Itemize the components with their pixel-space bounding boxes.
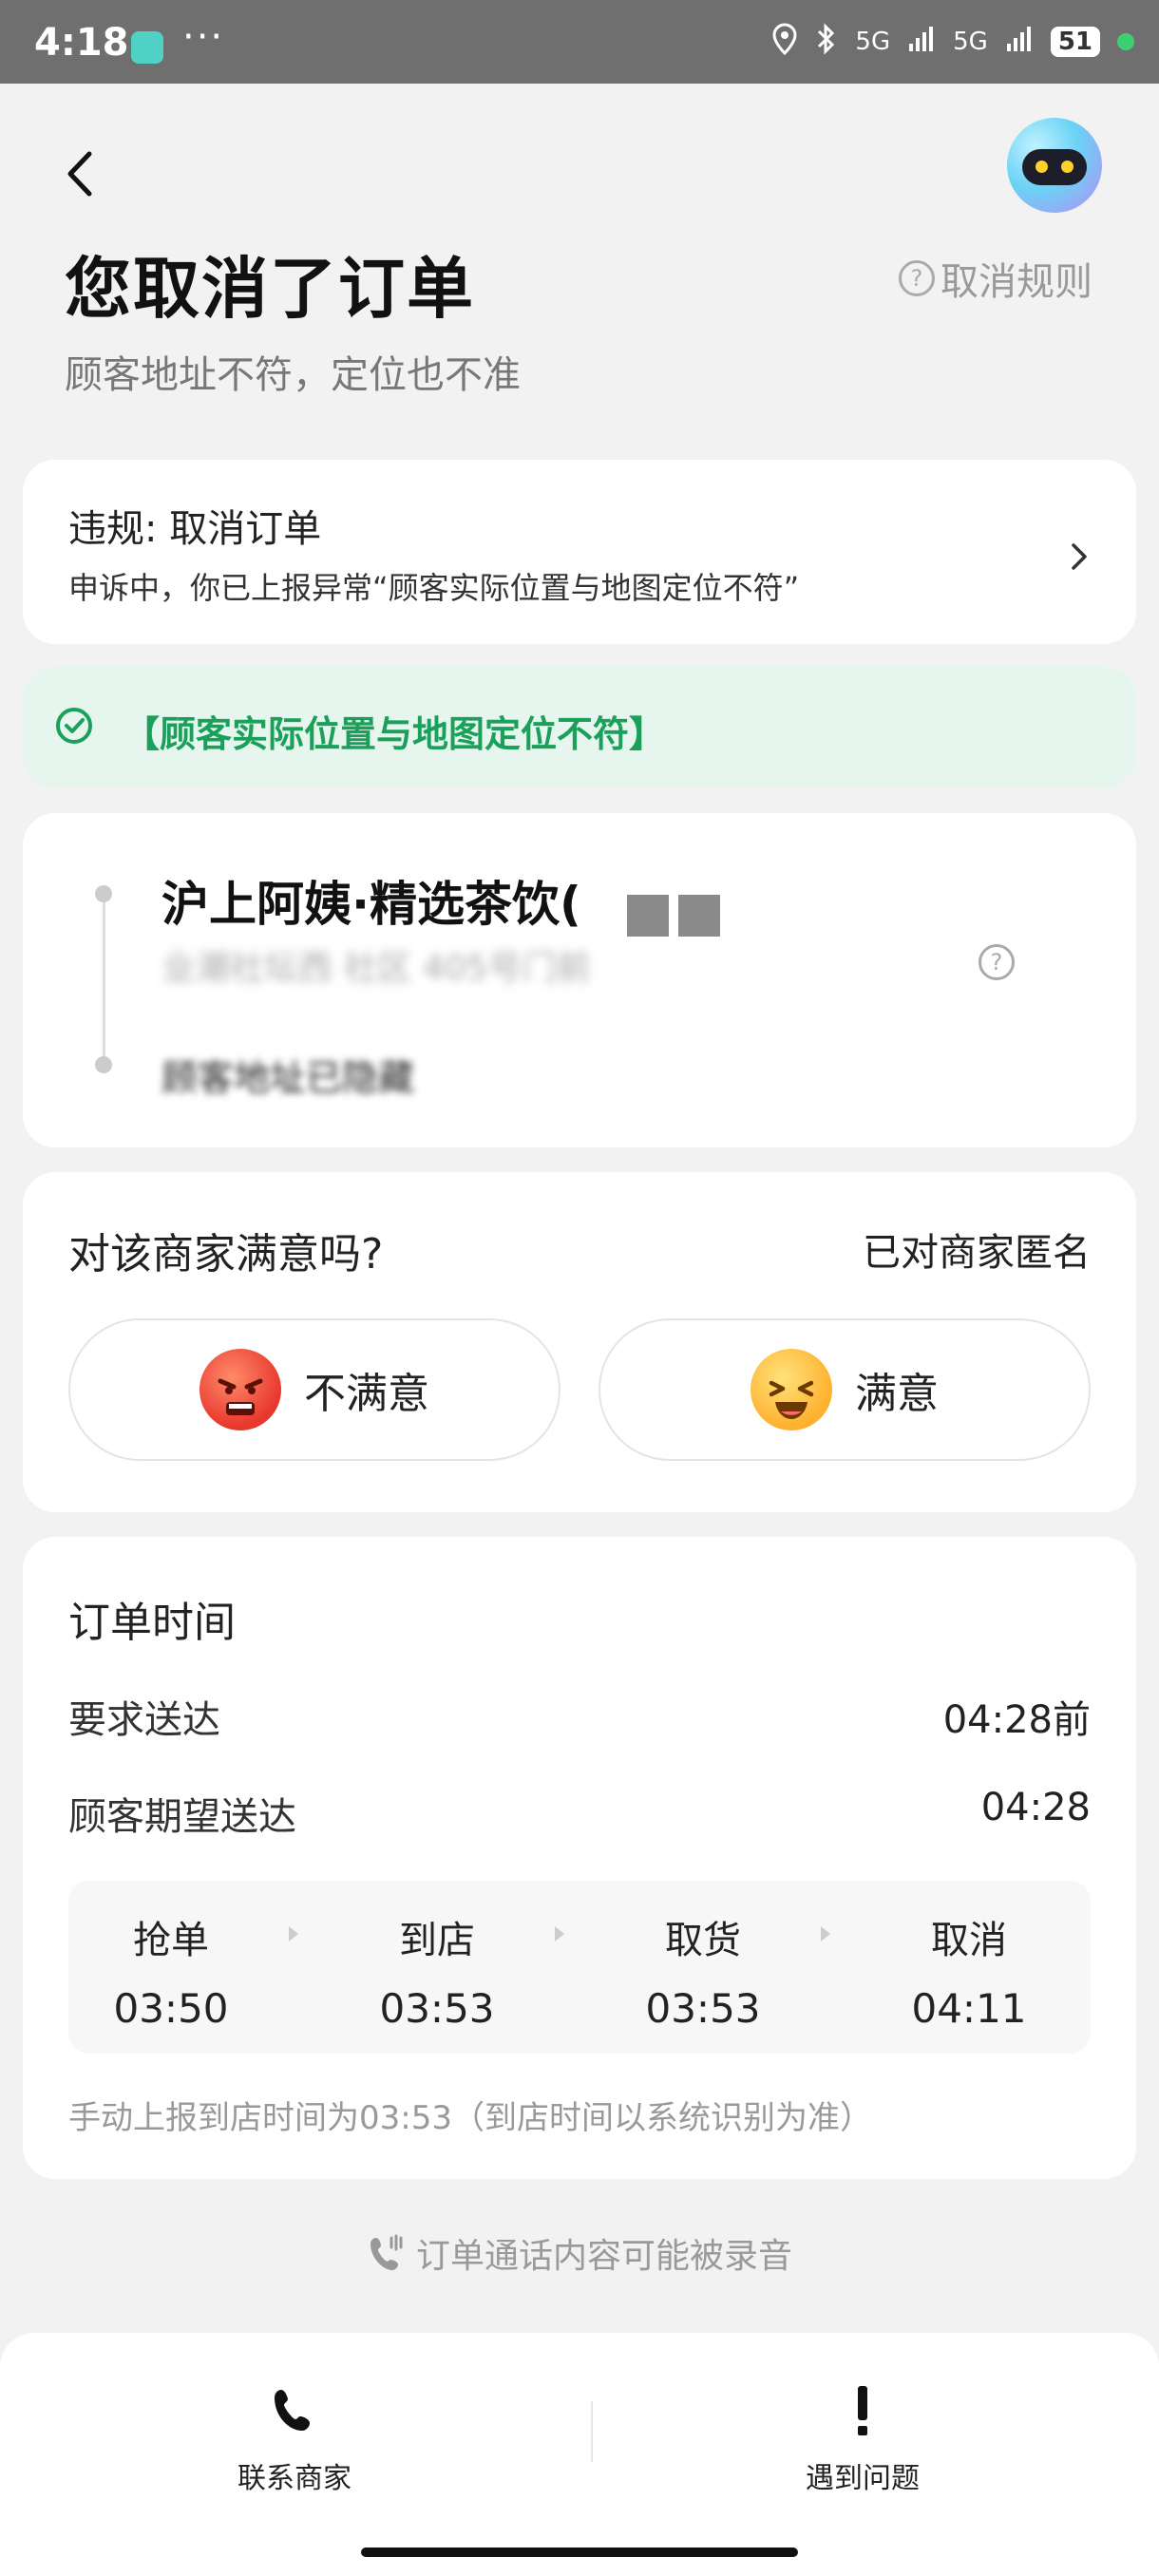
route-line — [103, 895, 105, 1062]
robot-icon — [1022, 149, 1087, 185]
order-timeline: 抢单 03:50 到店 03:53 取货 03:53 取消 04:11 — [68, 1881, 1091, 2054]
report-problem-button[interactable]: 遇到问题 — [720, 2384, 1005, 2496]
redaction-block — [627, 895, 669, 937]
customer-address: 顾客地址已隐藏 — [162, 1057, 415, 1099]
location-icon — [771, 22, 798, 62]
contact-merchant-label: 联系商家 — [238, 2462, 352, 2495]
step-arrow-icon — [289, 1926, 298, 1941]
order-time-card: 订单时间 要求送达 04:28前 顾客期望送达 04:28 抢单 03:50 到… — [23, 1537, 1136, 2179]
phone-icon — [275, 2390, 310, 2431]
status-icons: 5G 5G 51 — [771, 22, 1134, 62]
expected-delivery-label: 顾客期望送达 — [68, 1795, 296, 1839]
step-time: 03:53 — [645, 1985, 761, 2032]
step-time: 03:53 — [379, 1985, 495, 2032]
exclamation-icon — [858, 2386, 867, 2435]
satisfaction-question: 对该商家满意吗? — [68, 1230, 384, 1279]
network-type-2: 5G — [953, 28, 988, 56]
laughing-face-icon — [750, 1349, 832, 1430]
cancel-rules-label: 取消规则 — [940, 260, 1092, 304]
violation-title: 违规: 取消订单 — [68, 507, 322, 551]
page-title: 您取消了订单 — [65, 250, 475, 328]
check-circle-icon — [56, 708, 92, 744]
network-type-1: 5G — [855, 28, 891, 56]
unsatisfied-label: 不满意 — [304, 1370, 429, 1418]
required-delivery-label: 要求送达 — [68, 1698, 220, 1742]
bottom-divider — [591, 2401, 593, 2462]
step-arrow-icon — [555, 1926, 564, 1941]
report-problem-label: 遇到问题 — [806, 2462, 920, 2495]
reason-tag: 【顾客实际位置与地图定位不符】 — [23, 667, 1136, 788]
signal-icon-2 — [1005, 25, 1034, 60]
address-question-icon[interactable]: ? — [978, 944, 1015, 980]
violation-card[interactable]: 违规: 取消订单 申诉中，你已上报异常“顾客实际位置与地图定位不符” — [23, 460, 1136, 644]
satisfied-label: 满意 — [855, 1370, 939, 1418]
recording-note: 订单通话内容可能被录音 — [0, 2228, 1159, 2278]
step-label: 到店 — [399, 1919, 475, 1962]
signal-icon-1 — [907, 25, 936, 60]
battery-level: 51 — [1050, 27, 1100, 57]
back-button[interactable] — [57, 142, 104, 205]
chevron-right-icon — [1072, 543, 1087, 570]
manual-report-note: 手动上报到店时间为03:53（到店时间以系统识别为准） — [68, 2099, 872, 2137]
satisfaction-card: 对该商家满意吗? 已对商家匿名 不满意 满意 — [23, 1172, 1136, 1512]
shop-name: 沪上阿姨·精选茶饮( — [162, 877, 581, 932]
satisfied-button[interactable]: 满意 — [598, 1318, 1091, 1461]
step-label: 抢单 — [133, 1919, 209, 1962]
back-icon — [67, 151, 92, 197]
step-label: 取消 — [931, 1919, 1007, 1962]
timeline-step: 取消 04:11 — [874, 1909, 1064, 2032]
status-time: 4:18 — [34, 21, 129, 65]
timeline-step: 抢单 03:50 — [76, 1909, 266, 2032]
shop-dot — [95, 885, 112, 902]
order-time-title: 订单时间 — [68, 1599, 236, 1647]
app-notification-icon — [131, 31, 163, 64]
timeline-step: 到店 03:53 — [342, 1909, 532, 2032]
angry-face-icon — [200, 1349, 281, 1430]
reason-text: 【顾客实际位置与地图定位不符】 — [124, 713, 666, 755]
bluetooth-icon — [815, 22, 838, 62]
step-label: 取货 — [665, 1919, 741, 1962]
violation-desc: 申诉中，你已上报异常“顾客实际位置与地图定位不符” — [68, 570, 800, 606]
contact-merchant-button[interactable]: 联系商家 — [152, 2384, 437, 2496]
anonymous-note: 已对商家匿名 — [863, 1231, 1091, 1275]
step-time: 03:50 — [113, 1985, 229, 2032]
question-icon: ? — [899, 260, 935, 296]
required-delivery-value: 04:28前 — [942, 1698, 1091, 1742]
phone-record-icon — [370, 2234, 403, 2270]
status-dot-icon — [1117, 33, 1134, 50]
redaction-block — [678, 895, 720, 937]
unsatisfied-button[interactable]: 不满意 — [68, 1318, 560, 1461]
step-arrow-icon — [821, 1926, 830, 1941]
bottom-action-bar: 联系商家 遇到问题 — [0, 2333, 1159, 2576]
recording-note-text: 订单通话内容可能被录音 — [415, 2237, 792, 2276]
shop-address: 业潮社坛西 社区 405号门前 — [162, 949, 591, 988]
step-time: 04:11 — [911, 1985, 1027, 2032]
customer-dot — [95, 1056, 112, 1073]
status-bar: 4:18 ··· 5G 5G 51 — [0, 0, 1159, 84]
robot-assistant-button[interactable] — [1007, 118, 1102, 213]
route-card: 沪上阿姨·精选茶饮( 业潮社坛西 社区 405号门前 ? 顾客地址已隐藏 — [23, 813, 1136, 1147]
timeline-step: 取货 03:53 — [608, 1909, 798, 2032]
page-subtitle: 顾客地址不符，定位也不准 — [65, 353, 521, 397]
cancel-rules-link[interactable]: ? 取消规则 — [899, 251, 1092, 306]
expected-delivery-value: 04:28 — [980, 1786, 1091, 1829]
home-indicator — [361, 2548, 798, 2557]
more-notifications-icon: ··· — [182, 15, 225, 59]
